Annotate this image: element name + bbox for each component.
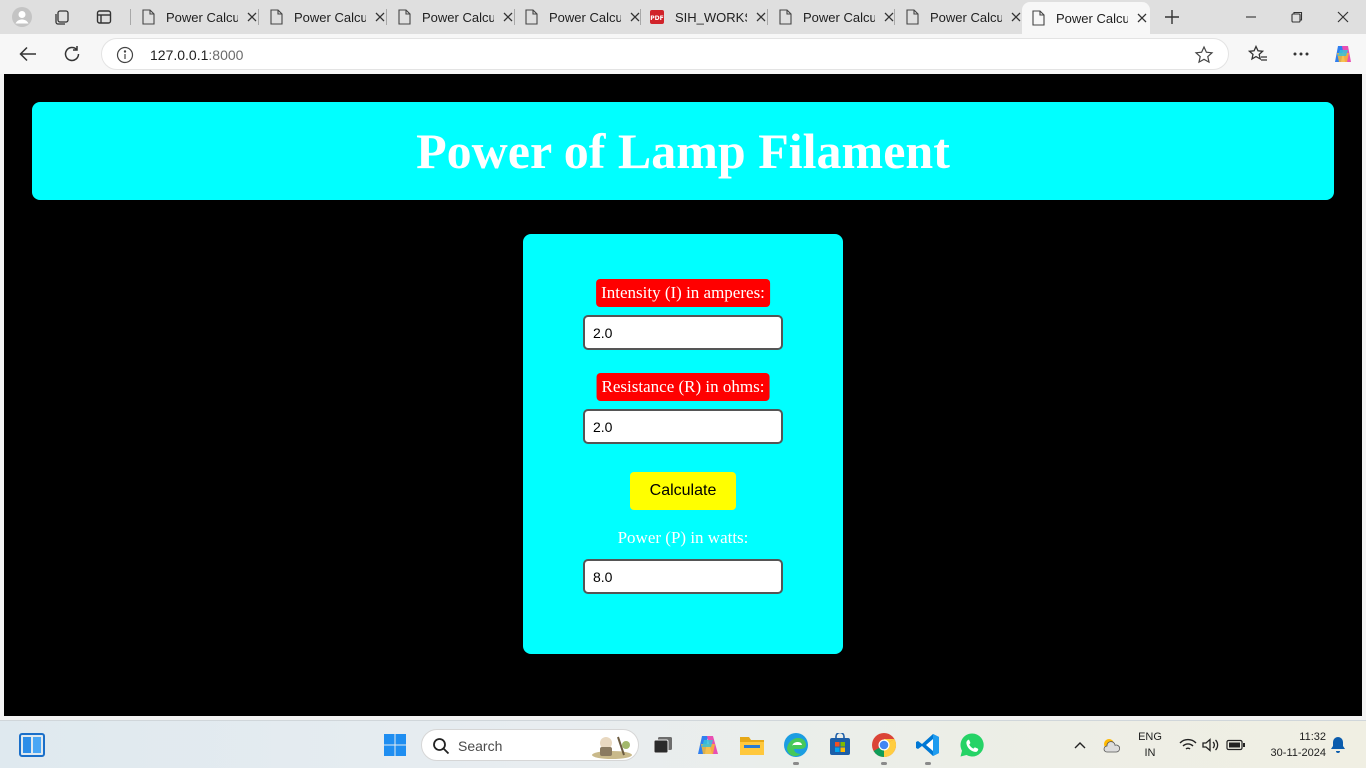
calculate-button[interactable]: Calculate — [630, 472, 736, 510]
copilot-taskbar-icon[interactable] — [692, 729, 724, 761]
pdf-icon: PDF — [649, 9, 665, 25]
favorite-star-icon[interactable] — [1194, 45, 1214, 65]
minimize-icon[interactable] — [1228, 0, 1274, 34]
tab-actions-icon[interactable] — [90, 4, 118, 30]
refresh-icon[interactable] — [57, 40, 87, 68]
more-options-icon[interactable] — [1286, 40, 1316, 68]
copilot-icon[interactable] — [1328, 40, 1358, 68]
tab-close-icon[interactable] — [1134, 10, 1150, 26]
tab-separator — [386, 9, 387, 25]
intensity-input[interactable] — [583, 315, 783, 350]
tab-title: Power Calcul — [549, 9, 621, 25]
tab-separator — [130, 9, 131, 25]
weather-icon[interactable] — [1101, 735, 1121, 755]
intensity-label: Intensity (I) in amperes: — [596, 279, 770, 307]
tab-power-calculator-6[interactable]: Power Calcul — [896, 3, 1024, 31]
svg-text:PDF: PDF — [650, 15, 663, 22]
url-text: 127.0.0.1:8000 — [150, 47, 243, 63]
tab-power-calculator-3[interactable]: Power Calcul — [388, 3, 516, 31]
profile-icon[interactable] — [8, 4, 36, 30]
task-view-icon[interactable] — [647, 729, 679, 761]
microsoft-store-icon[interactable] — [824, 729, 856, 761]
tab-title: Power Calcul — [930, 9, 1002, 25]
page-icon — [396, 9, 412, 25]
search-icon — [432, 737, 450, 755]
input-language[interactable]: ENG — [1136, 731, 1164, 743]
search-placeholder: Search — [458, 738, 503, 754]
favorites-icon[interactable] — [1243, 40, 1273, 68]
page-icon — [140, 9, 156, 25]
page-icon — [777, 9, 793, 25]
notification-bell-icon[interactable] — [1328, 735, 1348, 755]
tab-power-calculator-2[interactable]: Power Calcul — [260, 3, 388, 31]
url-port: :8000 — [208, 47, 244, 63]
address-bar[interactable]: 127.0.0.1:8000 — [101, 38, 1229, 70]
clock-time[interactable]: 11:32 — [1256, 731, 1326, 743]
page-icon — [268, 9, 284, 25]
search-highlight-illustration — [590, 733, 634, 759]
power-output — [583, 559, 783, 594]
edge-browser-icon[interactable] — [780, 729, 812, 765]
page-viewport: Power of Lamp Filament Intensity (I) in … — [4, 74, 1362, 716]
tab-power-calculator-1[interactable]: Power Calcul — [132, 3, 260, 31]
page-title: Power of Lamp Filament — [416, 123, 950, 179]
tab-power-calculator-5[interactable]: Power Calcul — [769, 3, 897, 31]
tab-title: Power Calcul — [294, 9, 366, 25]
tab-power-calculator-4[interactable]: Power Calcul — [515, 3, 643, 31]
tab-sih-workshop-pdf[interactable]: PDF SIH_WORKSH — [641, 3, 769, 31]
tab-power-calculator-active[interactable]: Power Calcul — [1022, 2, 1150, 34]
chrome-icon[interactable] — [868, 729, 900, 765]
tab-title: Power Calcul — [422, 9, 494, 25]
tab-title: Power Calcul — [1056, 10, 1128, 26]
tab-separator — [894, 9, 895, 25]
wifi-icon[interactable] — [1178, 735, 1198, 755]
show-hidden-icons-chevron-icon[interactable] — [1070, 735, 1090, 755]
close-window-icon[interactable] — [1320, 0, 1366, 34]
site-info-icon[interactable] — [116, 46, 134, 64]
whatsapp-icon[interactable] — [956, 729, 988, 761]
tab-title: Power Calcul — [166, 9, 238, 25]
widgets-icon[interactable] — [16, 729, 48, 761]
calculator-form: Intensity (I) in amperes: Resistance (R)… — [523, 234, 843, 654]
input-region: IN — [1144, 747, 1156, 759]
navigation-bar: 127.0.0.1:8000 — [0, 34, 1366, 74]
volume-icon[interactable] — [1200, 735, 1220, 755]
restore-icon[interactable] — [1274, 0, 1320, 34]
back-arrow-icon[interactable] — [13, 40, 43, 68]
page-icon — [523, 9, 539, 25]
clock-date[interactable]: 30-11-2024 — [1256, 747, 1326, 759]
start-windows-icon[interactable] — [379, 729, 411, 761]
new-tab-icon[interactable] — [1158, 4, 1186, 30]
tab-strip: Power Calcul Power Calcul Power Calcul P… — [0, 0, 1366, 34]
taskbar: Search ENG IN 11:32 30-11-2024 — [0, 720, 1366, 768]
workspaces-icon[interactable] — [48, 4, 76, 30]
vscode-icon[interactable] — [912, 729, 944, 765]
page-icon — [904, 9, 920, 25]
tab-separator — [767, 9, 768, 25]
page-icon — [1030, 10, 1046, 26]
tab-separator — [258, 9, 259, 25]
power-label: Power (P) in watts: — [617, 528, 749, 547]
file-explorer-icon[interactable] — [736, 729, 768, 761]
tab-title: SIH_WORKSH — [675, 9, 747, 25]
resistance-label: Resistance (R) in ohms: — [596, 373, 770, 401]
resistance-input[interactable] — [583, 409, 783, 444]
page-header: Power of Lamp Filament — [32, 102, 1334, 200]
battery-icon[interactable] — [1226, 735, 1246, 755]
tab-title: Power Calcul — [803, 9, 875, 25]
url-host: 127.0.0.1 — [150, 47, 209, 63]
taskbar-search[interactable]: Search — [421, 729, 639, 761]
